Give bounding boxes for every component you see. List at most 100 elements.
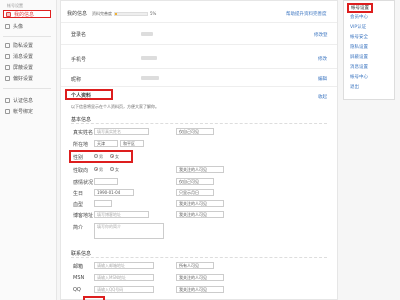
collapse-link[interactable]: 收起 xyxy=(318,94,327,100)
phone-value xyxy=(141,56,157,60)
basic-section-title: 基本信息 xyxy=(71,117,92,123)
sidebar-item-messages[interactable]: 消息设置 xyxy=(3,52,51,60)
menu-item-logout[interactable]: 退出 xyxy=(350,84,359,90)
intro-textarea[interactable]: 填写你的简介 xyxy=(94,223,164,239)
menu-item-block[interactable]: 屏蔽设置 xyxy=(350,54,368,60)
row-label: 昵称 xyxy=(71,77,82,83)
qq-visibility-select[interactable]: 我关注的人可见 xyxy=(176,286,224,293)
menu-item-security[interactable]: 帐号安全 xyxy=(350,34,368,40)
blog-input[interactable]: 填写博客地址 xyxy=(94,211,149,218)
completion-label: 资料完善度 xyxy=(92,11,112,16)
sidebar-item-verify[interactable]: 认证信息 xyxy=(3,96,51,104)
orientation-opt1-radio[interactable] xyxy=(94,167,98,171)
user-icon xyxy=(6,11,11,17)
msn-visibility-select[interactable]: 我关注的人可见 xyxy=(176,274,224,281)
intro-label: 简介 xyxy=(73,225,84,231)
sidebar-item-label: 屏蔽设置 xyxy=(13,64,34,71)
orientation-opt1-label: 男 xyxy=(99,167,103,172)
location-label: 所在地 xyxy=(73,142,89,148)
orientation-opt2-radio[interactable] xyxy=(110,167,114,171)
birthday-label: 生日 xyxy=(73,191,84,197)
blood-visibility-select[interactable]: 我关注的人可见 xyxy=(176,200,224,207)
block-icon xyxy=(5,64,10,70)
sidebar-item-block[interactable]: 屏蔽设置 xyxy=(3,63,51,71)
province-select[interactable]: 天津 xyxy=(94,140,118,147)
qq-label: QQ xyxy=(73,287,81,293)
sidebar: 帐号设置 我的信息 头像 隐私设置 消息设置 屏蔽设置 偏好设置 认证信息 帐号… xyxy=(0,0,57,300)
page-title: 我的信息 xyxy=(67,11,88,17)
avatar-icon xyxy=(5,23,10,29)
relationship-visibility-select[interactable]: 仅自己可见 xyxy=(176,178,214,185)
email-visibility-select[interactable]: 所有人可见 xyxy=(176,262,214,269)
completion-progress xyxy=(114,12,148,16)
divider xyxy=(71,257,327,258)
contact-section-title: 联系信息 xyxy=(71,251,92,257)
sidebar-divider xyxy=(3,36,51,37)
birthday-select[interactable]: 1990-01-04 xyxy=(94,189,134,196)
profile-title: 个人资料 xyxy=(71,93,92,99)
blog-label: 博客地址 xyxy=(73,213,94,219)
account-row-nickname: 昵称 编辑 xyxy=(61,69,337,87)
orientation-opt2-label: 女 xyxy=(115,167,119,172)
account-row-phone: 手机号 修改 xyxy=(61,45,337,69)
menu-item-messages[interactable]: 消息设置 xyxy=(350,64,368,70)
msn-label: MSN xyxy=(73,275,85,281)
menu-item-vip[interactable]: VIP认证 xyxy=(350,24,366,30)
sidebar-item-label: 头像 xyxy=(13,23,24,30)
main-panel: 我的信息 资料完善度 5% 帮助提升资料完善度 登录名 修改登 手机号 修改 昵… xyxy=(60,0,338,300)
edit-nickname-link[interactable]: 编辑 xyxy=(318,76,327,82)
sidebar-divider xyxy=(3,88,51,89)
gender-male-label: 男 xyxy=(99,154,103,159)
menu-item-privacy[interactable]: 隐私设置 xyxy=(350,44,368,50)
sidebar-item-label: 帐号绑定 xyxy=(13,108,34,115)
gender-female-label: 女 xyxy=(115,154,119,159)
edit-login-link[interactable]: 修改登 xyxy=(314,32,328,38)
blood-type-select[interactable] xyxy=(94,200,112,207)
login-name-value xyxy=(141,32,153,36)
improve-profile-link[interactable]: 帮助提升资料完善度 xyxy=(286,11,327,17)
menu-item-account-center[interactable]: 帐号中心 xyxy=(350,74,368,80)
msn-input[interactable]: 请输入MSN地址 xyxy=(94,274,154,281)
real-name-visibility-select[interactable]: 仅自己可见 xyxy=(176,128,214,135)
blood-type-label: 血型 xyxy=(73,202,84,208)
sidebar-item-label: 隐私设置 xyxy=(13,42,34,49)
relationship-select[interactable] xyxy=(94,178,118,185)
orientation-label: 性取向 xyxy=(73,168,89,174)
gender-male-radio[interactable] xyxy=(94,154,98,158)
sidebar-item-avatar[interactable]: 头像 xyxy=(3,22,51,30)
gender-label: 性别 xyxy=(73,155,84,161)
row-label: 登录名 xyxy=(71,32,87,38)
city-select[interactable]: 和平区 xyxy=(120,140,144,147)
qq-input[interactable]: 请输入QQ号码 xyxy=(94,286,154,293)
email-label: 邮箱 xyxy=(73,264,84,270)
real-name-label: 真实姓名 xyxy=(73,130,94,136)
sidebar-item-my-info[interactable]: 我的信息 xyxy=(3,10,51,18)
email-input[interactable]: 请输入邮箱地址 xyxy=(94,262,154,269)
sidebar-item-preferences[interactable]: 偏好设置 xyxy=(3,74,51,82)
completion-percent: 5% xyxy=(150,11,157,16)
sidebar-item-label: 我的信息 xyxy=(14,11,35,18)
sidebar-item-binding[interactable]: 帐号绑定 xyxy=(3,107,51,115)
divider xyxy=(71,123,327,124)
account-dropdown-menu: 帐号设置 会员中心 VIP认证 帐号安全 隐私设置 屏蔽设置 消息设置 帐号中心… xyxy=(343,0,395,100)
profile-hint: 以下信息将显示在个人资料页，方便大家了解你。 xyxy=(71,104,159,109)
orientation-visibility-select[interactable]: 我关注的人可见 xyxy=(176,166,224,173)
menu-item-member-center[interactable]: 会员中心 xyxy=(350,14,368,20)
sidebar-item-privacy[interactable]: 隐私设置 xyxy=(3,41,51,49)
relationship-label: 感情状况 xyxy=(73,180,94,186)
message-icon xyxy=(5,53,10,59)
blog-visibility-select[interactable]: 我关注的人可见 xyxy=(176,211,224,218)
row-label: 手机号 xyxy=(71,57,87,63)
edit-phone-link[interactable]: 修改 xyxy=(318,56,327,62)
gender-female-radio[interactable] xyxy=(110,154,114,158)
settings-icon xyxy=(5,75,10,81)
link-icon xyxy=(5,108,10,114)
menu-item-account-settings[interactable]: 帐号设置 xyxy=(347,3,373,13)
birthday-visibility-select[interactable]: 只显示月日 xyxy=(176,189,214,196)
real-name-input[interactable]: 填写真实姓名 xyxy=(94,128,149,135)
lock-icon xyxy=(5,42,10,48)
verify-icon xyxy=(5,97,10,103)
page-header: 我的信息 资料完善度 5% 帮助提升资料完善度 xyxy=(61,1,337,23)
account-row-login: 登录名 修改登 xyxy=(61,23,337,45)
nickname-value xyxy=(141,76,159,80)
